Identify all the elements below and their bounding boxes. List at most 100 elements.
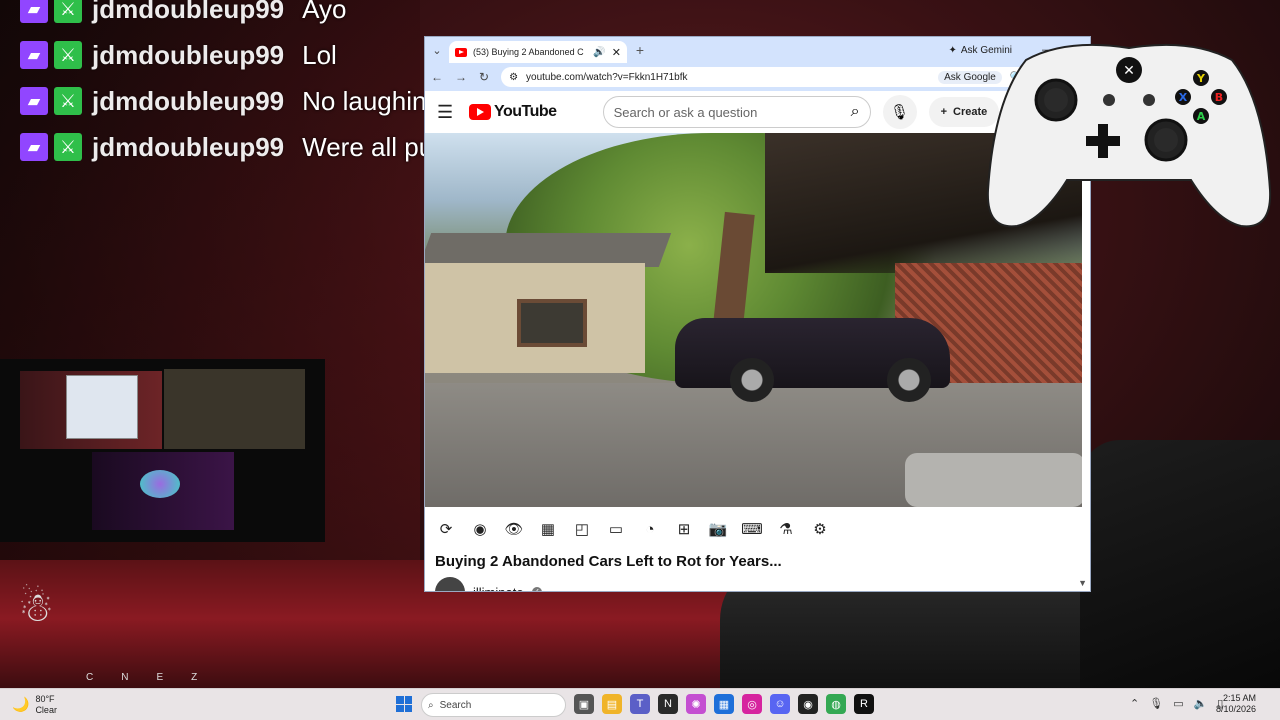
verified-icon: ✓ [531,587,542,591]
forward-icon[interactable]: → [455,70,467,84]
reload-icon[interactable]: ↻ [479,70,489,84]
address-bar[interactable]: ⚙ youtube.com/watch?v=Fkkn1H71bfk Ask Go… [501,67,1063,87]
add-icon[interactable]: ⊞ [673,518,695,540]
weather-condition: Clear [35,704,57,715]
chat-text: Lol [302,39,337,70]
mini-player-icon[interactable]: ▭ [605,518,627,540]
time: 2:15 AM [1222,693,1256,703]
background-weapon-right [1080,440,1280,690]
date: 8/10/2026 [1215,704,1256,714]
chrome-icon[interactable]: ◍ [826,694,846,714]
menu-icon[interactable]: ☰ [437,102,457,123]
menu-button-icon [1143,94,1155,106]
tab-youtube[interactable]: (53) Buying 2 Abandoned C 🔊 ✕ [449,41,627,63]
loop-icon[interactable]: ⟳ [435,518,457,540]
video-house-roof [425,233,672,267]
film-icon[interactable]: ▦ [537,518,559,540]
video-car-wheel [730,358,774,402]
twitch-badge-icon: ▰ [20,87,48,115]
broadcast-icon[interactable]: ◉ [469,518,491,540]
channel-row: illiminate ✓ [435,577,542,592]
store-icon[interactable]: ▦ [714,694,734,714]
network-icon[interactable]: ▭ [1173,697,1183,710]
camera-icon[interactable]: 📷 [707,518,729,540]
volume-icon[interactable]: 🔈 [1194,697,1208,710]
sword-badge-icon: ⚔ [54,41,82,69]
chevron-up-icon[interactable]: ⌃ [1130,697,1139,710]
windows-start-icon[interactable] [396,696,412,712]
video-rock [905,453,1082,507]
extension-controls: ⟳ ◉ 👁 ▦ ◰ ▭ ◔ ⊞ 📷 ⌨ ⚗ ⚙ [425,515,831,543]
search-icon[interactable]: ⌕ [851,103,860,121]
file-explorer-icon[interactable]: ▤ [602,694,622,714]
speaker-icon[interactable]: 🔊 [593,47,605,58]
url-text: youtube.com/watch?v=Fkkn1H71bfk [526,71,688,83]
sword-badge-icon: ⚔ [54,133,82,161]
close-tab-icon[interactable]: ✕ [612,46,621,59]
site-info-icon[interactable]: ⚙ [509,72,518,83]
game-app-icon[interactable]: R [854,694,874,714]
teams-icon[interactable]: T [630,694,650,714]
discord-icon[interactable]: ☺ [770,694,790,714]
speed-icon[interactable]: ◔ [639,518,661,540]
gear-icon[interactable]: ⚙ [809,518,831,540]
back-icon[interactable]: ← [431,70,443,84]
microphone-icon[interactable]: 🎙 [1149,697,1163,710]
preview-trophy [92,452,234,530]
svg-text:A: A [1197,110,1206,123]
cnez-watermark: CNEZ [86,672,226,683]
channel-name[interactable]: illiminate [473,585,524,592]
instagram-icon[interactable]: ◎ [742,694,762,714]
nvidia-icon[interactable]: N [658,694,678,714]
svg-text:B: B [1215,91,1223,104]
xbox-controller-overlay: ✕ Y X B A [986,43,1272,228]
youtube-logo-text: YouTube [494,103,557,120]
gemini-icon: ✦ [948,44,957,56]
microphone-icon[interactable]: 🎙 [882,95,917,129]
keyboard-icon[interactable]: ⌨ [741,518,763,540]
svg-text:X: X [1179,91,1188,104]
twitch-badge-icon: ▰ [20,41,48,69]
video-player[interactable] [425,133,1082,507]
obs-icon[interactable]: ◉ [798,694,818,714]
twitch-badge-icon: ▰ [20,133,48,161]
flask-icon[interactable]: ⚗ [775,518,797,540]
preview-browser-window [66,375,138,439]
system-tray: ⌃ 🎙 ▭ 🔈 ▯ [1130,697,1223,710]
video-title: Buying 2 Abandoned Cars Left to Rot for … [435,553,782,570]
windows-taskbar: 🌙 80°F Clear ⌕ Search ▣ ▤ T N ✺ ▦ ◎ ☺ ◉ … [0,688,1280,720]
twitch-badge-icon: ▰ [20,0,48,23]
taskbar-search[interactable]: ⌕ Search [421,693,566,717]
mascot-figure: ☃ [18,586,54,630]
tab-title: (53) Buying 2 Abandoned C [473,47,584,57]
temperature: 80°F [35,693,55,704]
chat-text: Ayo [302,0,347,24]
new-tab-button[interactable]: + [627,42,653,58]
preview-camera [164,369,305,449]
chat-username: jdmdoubleup99 [92,131,285,162]
tab-search-icon[interactable]: ⌄ [425,44,449,57]
task-view-icon[interactable]: ▣ [574,694,594,714]
chat-username: jdmdoubleup99 [92,85,285,116]
video-car-wheel [887,358,931,402]
view-button-icon [1103,94,1115,106]
search-input[interactable] [613,104,851,120]
clock[interactable]: 2:15 AM 8/10/2026 [1212,693,1256,715]
svg-text:✕: ✕ [1123,63,1135,79]
crop-icon[interactable]: ◰ [571,518,593,540]
chat-username: jdmdoubleup99 [92,0,285,24]
chat-username: jdmdoubleup99 [92,39,285,70]
channel-avatar[interactable] [435,577,465,591]
watch-icon[interactable]: 👁 [503,518,525,540]
taskbar-apps: ▣ ▤ T N ✺ ▦ ◎ ☺ ◉ ◍ R [574,694,874,714]
youtube-favicon-icon [455,47,467,57]
weather-widget[interactable]: 🌙 80°F Clear [12,694,92,716]
moon-icon: 🌙 [12,696,30,712]
video-house-window [517,299,587,347]
copilot-icon[interactable]: ✺ [686,694,706,714]
youtube-logo[interactable]: YouTube [469,103,557,121]
plus-icon: + [940,106,947,118]
search-icon: ⌕ [428,699,434,711]
scroll-down-arrow-icon[interactable]: ▼ [1078,578,1087,588]
youtube-logo-icon [469,104,491,120]
